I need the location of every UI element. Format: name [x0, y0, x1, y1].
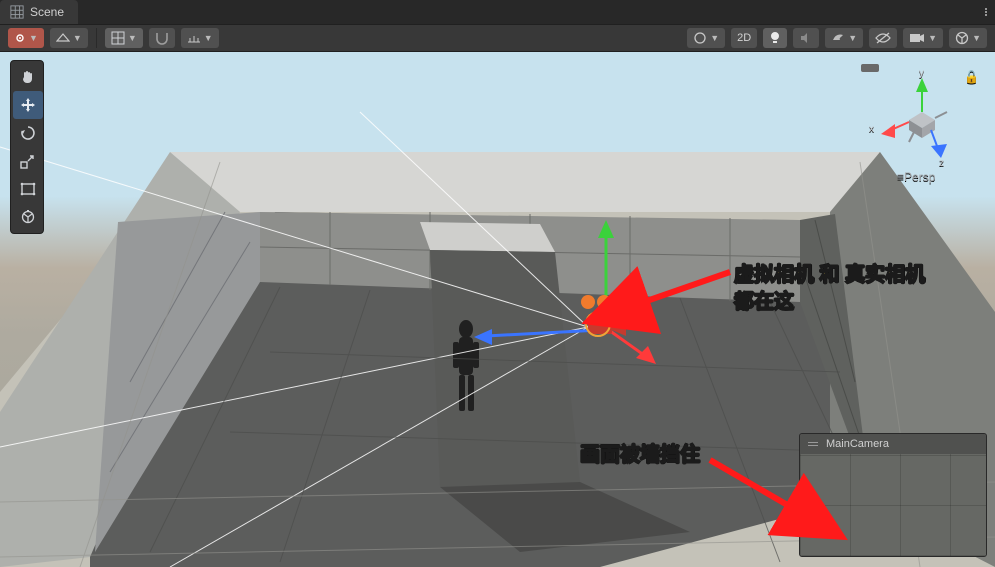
- scale-tool-button[interactable]: [13, 147, 43, 175]
- gizmo-axis-x-label: x: [869, 124, 874, 135]
- tab-label: Scene: [30, 5, 64, 19]
- scene-icon: [10, 5, 24, 19]
- label-2d: 2D: [737, 32, 751, 44]
- tool-handle-rotation-button[interactable]: ▼: [50, 28, 88, 48]
- scene-top-toolbar: ▼ ▼ ▼ ▼ ▼ 2D: [0, 24, 995, 52]
- gizmo-projection-label[interactable]: ≡Persp: [897, 170, 935, 184]
- drag-handle-icon: [808, 442, 818, 446]
- grid-visibility-button[interactable]: ▼: [105, 28, 143, 48]
- scene-audio-button[interactable]: [793, 28, 819, 48]
- scene-tool-column: [10, 60, 44, 234]
- gizmo-axis-y-label: y: [919, 68, 924, 79]
- rect-tool-button[interactable]: [13, 175, 43, 203]
- annotation-arrow-wall: [700, 452, 830, 532]
- camera-preview-title-bar[interactable]: MainCamera: [800, 434, 986, 454]
- scene-viewport[interactable]: 🔓 y x z ≡Persp: [0, 52, 995, 567]
- scene-visibility-button[interactable]: [869, 28, 897, 48]
- orientation-gizmo[interactable]: 🔓 y x z ≡Persp: [875, 72, 969, 192]
- tab-strip: Scene: [0, 0, 995, 24]
- snap-increment-button[interactable]: ▼: [181, 28, 219, 48]
- scene-fx-button[interactable]: ▼: [825, 28, 863, 48]
- camera-preview-title: MainCamera: [826, 438, 889, 450]
- move-tool-button[interactable]: [13, 91, 43, 119]
- gizmos-button[interactable]: ▼: [949, 28, 987, 48]
- transform-tool-button[interactable]: [13, 203, 43, 231]
- toggle-2d-button[interactable]: 2D: [731, 28, 757, 48]
- hand-tool-button[interactable]: [13, 63, 43, 91]
- overlay-menu-handle[interactable]: [861, 64, 879, 72]
- annotation-arrow-camera: [620, 242, 740, 322]
- scene-camera-button[interactable]: ▼: [903, 28, 943, 48]
- tab-scene[interactable]: Scene: [0, 0, 78, 24]
- snap-toggle-button[interactable]: [149, 28, 175, 48]
- tool-handle-pivot-button[interactable]: ▼: [8, 28, 44, 48]
- scene-lighting-button[interactable]: [763, 28, 787, 48]
- gizmo-axis-z-label: z: [939, 158, 944, 169]
- rotate-tool-button[interactable]: [13, 119, 43, 147]
- draw-mode-button[interactable]: ▼: [687, 28, 725, 48]
- tab-menu-button[interactable]: [985, 0, 987, 24]
